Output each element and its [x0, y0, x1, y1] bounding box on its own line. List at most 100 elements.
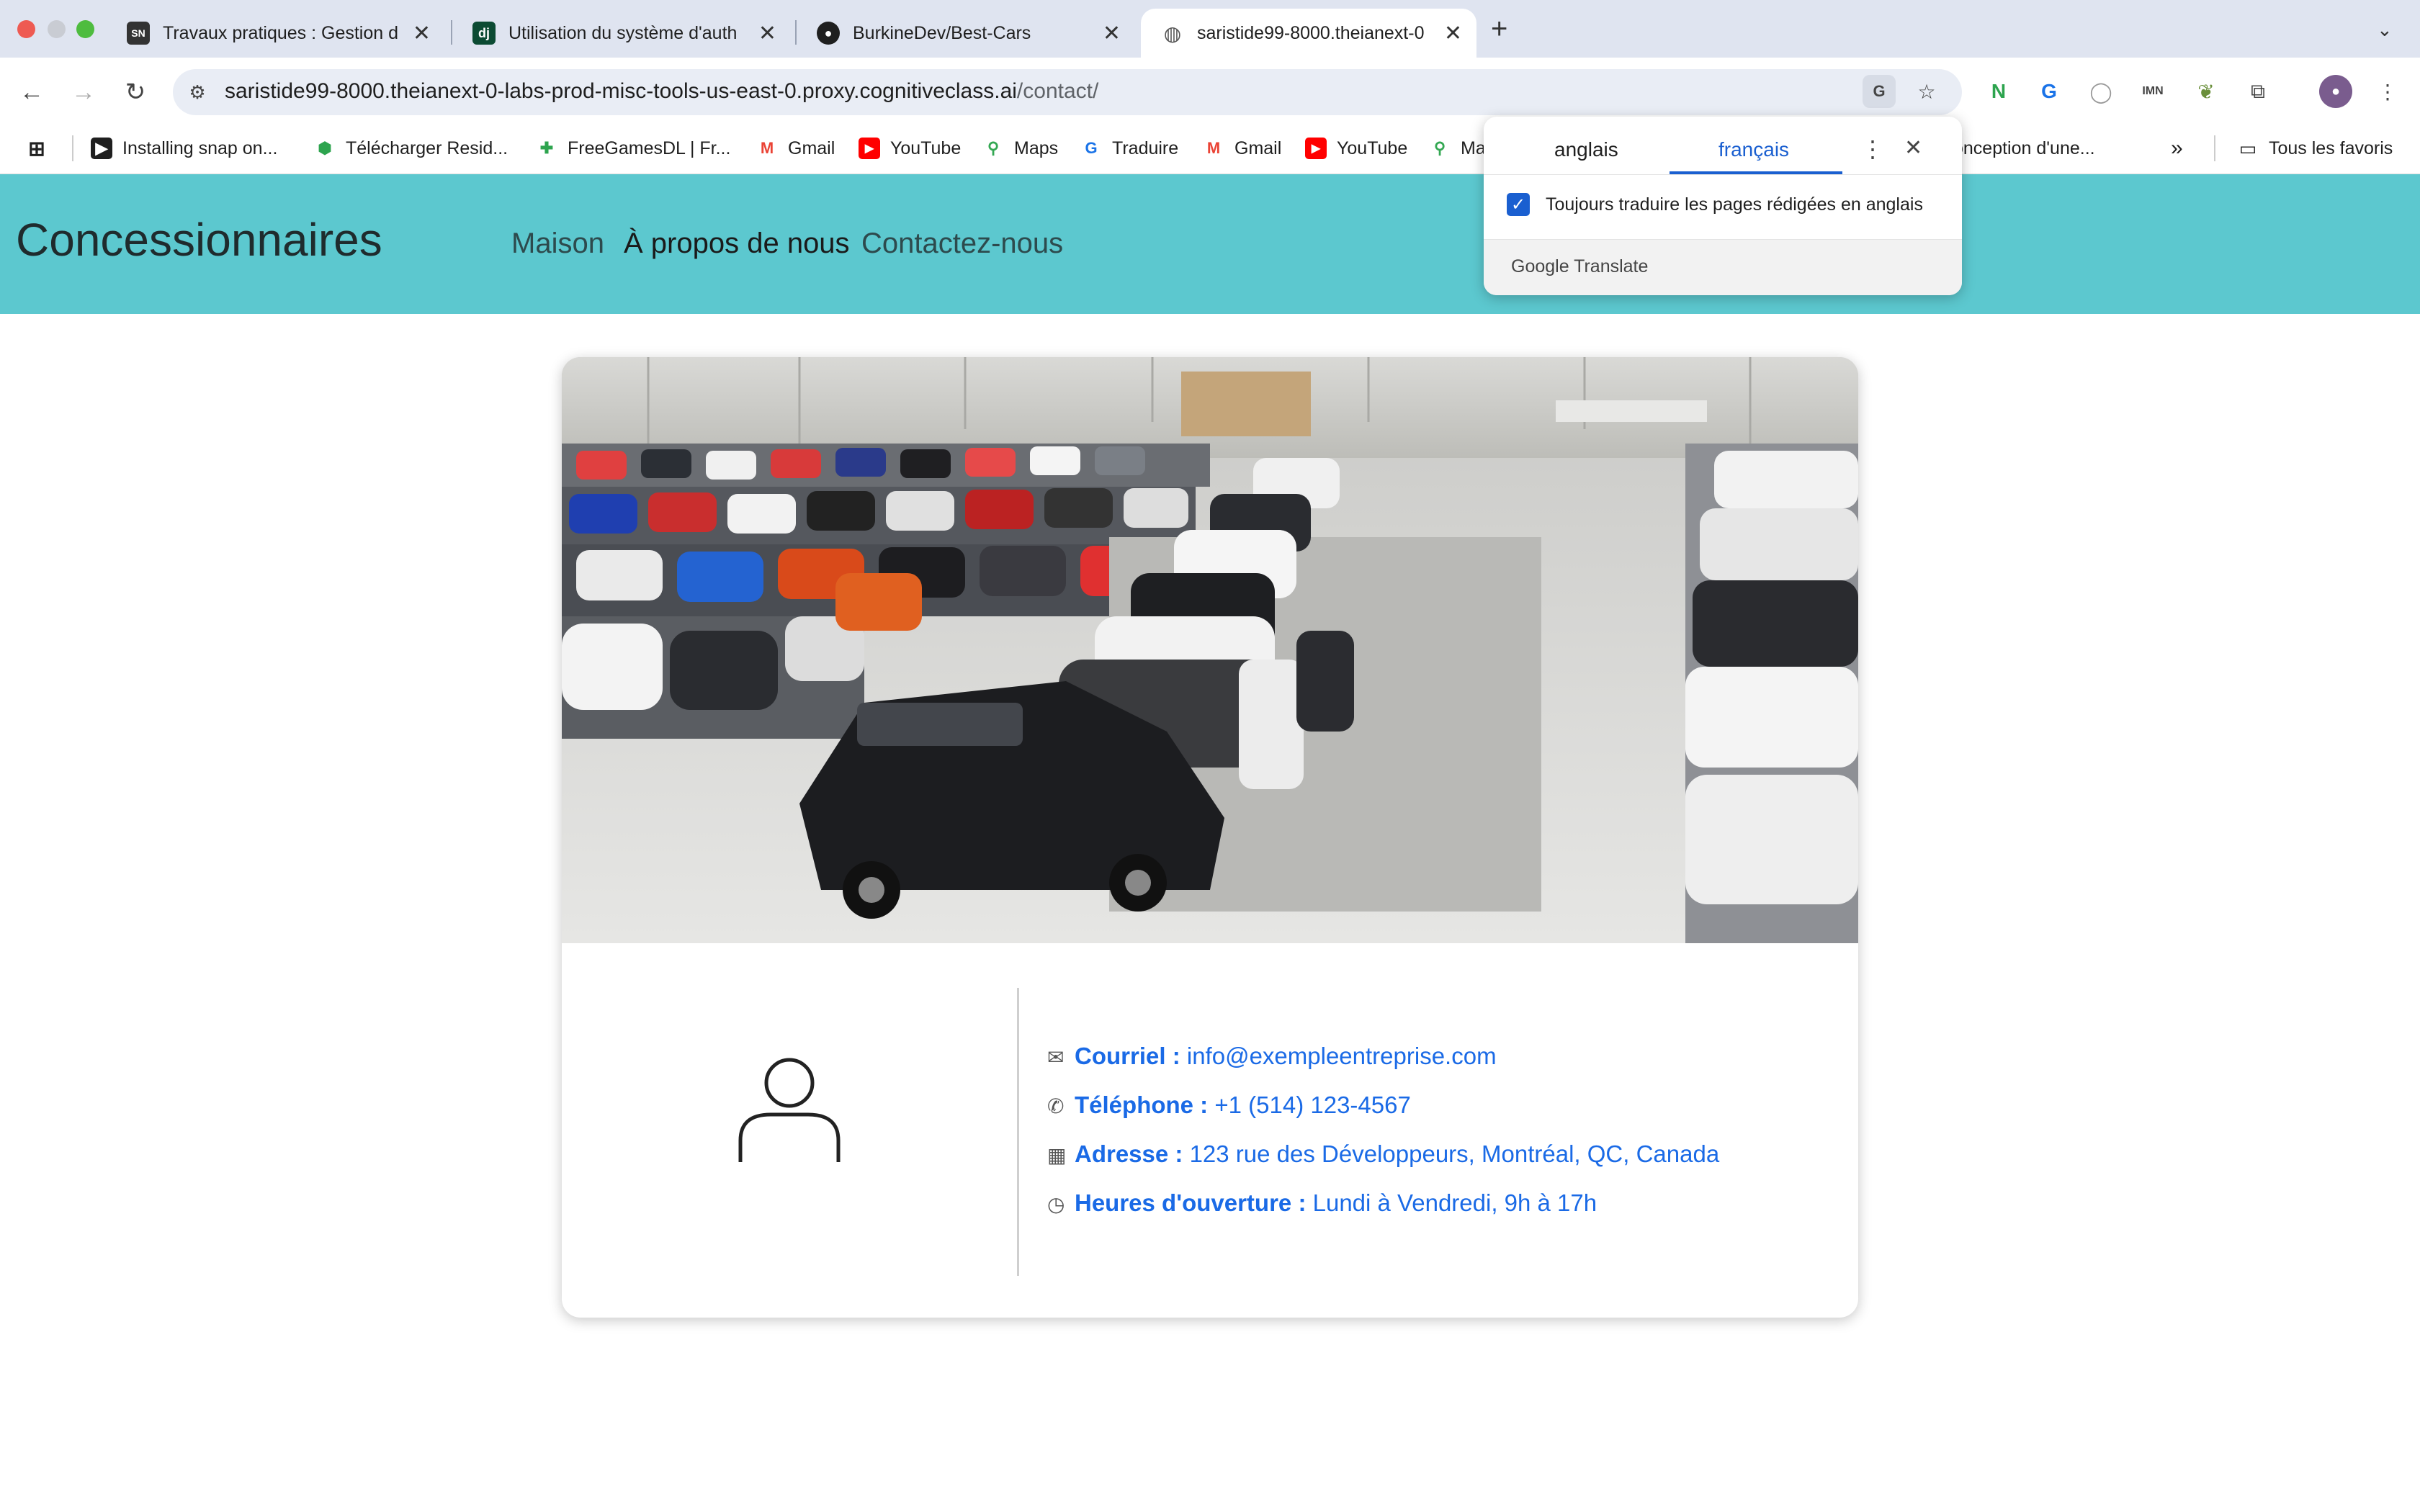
url-host: saristide99-8000.theianext-0-labs-prod-m…: [225, 79, 1017, 103]
bookmark-maps-2[interactable]: ⚲ Ma: [1429, 134, 1486, 163]
telephone-icon: ✆: [1047, 1095, 1065, 1117]
popup-divider: [1484, 174, 1962, 175]
reload-icon[interactable]: ↻: [120, 76, 151, 108]
gmail-icon: M: [1206, 139, 1221, 157]
close-tab-icon[interactable]: ✕: [1444, 21, 1462, 46]
extensions-puzzle-icon[interactable]: ⧉: [2241, 75, 2275, 108]
translate-popup: anglais français ⋮ ✕ ✓ Toujours traduire…: [1484, 117, 1962, 295]
vertical-divider: [1017, 988, 1019, 1276]
user-avatar-icon: [738, 1058, 841, 1162]
skills-network-icon: SN: [127, 22, 150, 45]
youtube-icon: ▶: [1305, 138, 1327, 159]
hours-label: Heures d'ouverture :: [1075, 1189, 1307, 1216]
translate-options-icon[interactable]: ⋮: [1861, 135, 1884, 163]
contact-email-line: ✉ Courriel : info@exempleentreprise.com: [1047, 1043, 1497, 1070]
nav-link-contact[interactable]: Contactez-nous: [861, 228, 1063, 260]
bookmark-star-icon[interactable]: ☆: [1910, 75, 1943, 108]
dealership-cars-photo: [562, 357, 1858, 943]
target-language-tab[interactable]: français: [1718, 138, 1789, 161]
car-warehouse-image: [562, 357, 1858, 943]
forward-arrow-icon[interactable]: →: [68, 76, 99, 108]
tab-title: BurkineDev/Best-Cars: [853, 22, 1031, 43]
bookmark-label: Ma: [1461, 138, 1486, 158]
apps-grid-icon[interactable]: ⊞: [26, 134, 58, 163]
extension-leaf-icon[interactable]: ❦: [2190, 75, 2223, 108]
bookmark-separator: [2214, 135, 2215, 161]
extension-translate-icon[interactable]: G: [2033, 75, 2066, 108]
all-bookmarks-label: Tous les favoris: [2269, 138, 2393, 158]
tab-title: Travaux pratiques : Gestion d: [163, 22, 399, 43]
close-tab-icon[interactable]: ✕: [1103, 21, 1121, 46]
new-tab-button[interactable]: +: [1491, 13, 1507, 45]
snapcraft-icon: ▶: [91, 138, 112, 159]
contact-phone-line: ✆ Téléphone : +1 (514) 123-4567: [1047, 1092, 1411, 1119]
bookmark-traduire[interactable]: G Traduire: [1080, 134, 1178, 163]
email-value[interactable]: info@exempleentreprise.com: [1187, 1043, 1497, 1069]
close-tab-icon[interactable]: ✕: [413, 21, 431, 46]
back-arrow-icon[interactable]: ←: [16, 76, 48, 108]
bookmark-youtube-2[interactable]: ▶ YouTube: [1305, 134, 1407, 163]
bookmark-gmail-2[interactable]: M Gmail: [1203, 134, 1281, 163]
close-popup-icon[interactable]: ✕: [1904, 135, 1922, 161]
folder-icon: ▭: [2238, 137, 2257, 159]
bookmark-gmail-1[interactable]: M Gmail: [756, 134, 835, 163]
url-path: /contact/: [1016, 79, 1099, 103]
tab-github-best-cars[interactable]: ● BurkineDev/Best-Cars ✕: [797, 9, 1135, 58]
site-brand[interactable]: Concessionnaires: [16, 213, 382, 266]
bookmark-telecharger[interactable]: ⬢ Télécharger Resid...: [314, 134, 508, 163]
bookmark-label: YouTube: [890, 138, 962, 158]
translate-icon: G: [1085, 139, 1098, 157]
phone-label: Téléphone :: [1075, 1092, 1209, 1118]
google-wordmark: Google: [1511, 256, 1569, 276]
phone-value[interactable]: +1 (514) 123-4567: [1214, 1092, 1410, 1118]
bookmark-label: YouTube: [1337, 138, 1408, 158]
tab-travaux-pratiques[interactable]: SN Travaux pratiques : Gestion d ✕: [107, 9, 445, 58]
address-label: Adresse :: [1075, 1140, 1183, 1167]
contact-card: ✉ Courriel : info@exempleentreprise.com ✆…: [562, 357, 1858, 1318]
browser-menu-icon[interactable]: ⋮: [2371, 75, 2404, 108]
bookmark-label: Télécharger Resid...: [346, 138, 508, 158]
site-info-icon[interactable]: ⚙: [182, 76, 213, 108]
bookmark-label: FreeGamesDL | Fr...: [568, 138, 731, 158]
always-translate-checkbox[interactable]: ✓: [1507, 193, 1530, 216]
all-bookmarks-folder[interactable]: ▭ Tous les favoris: [2237, 134, 2393, 163]
source-language-tab[interactable]: anglais: [1554, 138, 1618, 161]
tab-active-contact[interactable]: ◍ saristide99-8000.theianext-0 ✕: [1141, 9, 1476, 58]
building-icon: ▦: [1047, 1144, 1067, 1166]
extension-mouse-icon[interactable]: ◯: [2084, 75, 2118, 108]
more-bookmarks-chevron-icon[interactable]: »: [2171, 134, 2183, 163]
extension-n-icon[interactable]: N: [1982, 75, 2015, 108]
clock-icon: ◷: [1047, 1193, 1065, 1215]
bookmark-installing-snap[interactable]: ▶ Installing snap on...: [91, 134, 277, 163]
profile-avatar-icon[interactable]: ●: [2319, 75, 2352, 108]
bookmark-label: Maps: [1014, 138, 1059, 158]
bookmark-conception[interactable]: onception d'une...: [1953, 134, 2095, 163]
gmail-icon: M: [760, 139, 774, 157]
bookmark-label: onception d'une...: [1953, 138, 2095, 158]
maximize-window-button[interactable]: [76, 20, 94, 38]
close-tab-icon[interactable]: ✕: [758, 21, 776, 46]
tab-django-auth[interactable]: dj Utilisation du système d'auth ✕: [452, 9, 791, 58]
bookmark-label: Gmail: [788, 138, 835, 158]
translate-page-icon[interactable]: G: [1863, 75, 1896, 108]
close-window-button[interactable]: [17, 20, 35, 38]
bookmark-separator: [72, 135, 73, 161]
hours-value: Lundi à Vendredi, 9h à 17h: [1312, 1189, 1597, 1216]
nav-link-about[interactable]: À propos de nous: [624, 228, 850, 260]
url-text[interactable]: saristide99-8000.theianext-0-labs-prod-m…: [225, 79, 1098, 104]
bookmark-freegamesdl[interactable]: ✚ FreeGamesDL | Fr...: [536, 134, 731, 163]
shield-icon: ⬢: [318, 139, 332, 157]
tab-search-chevron-icon[interactable]: ⌄: [2377, 19, 2393, 41]
bookmark-maps[interactable]: ⚲ Maps: [982, 134, 1058, 163]
translate-wordmark: Translate: [1574, 256, 1649, 276]
always-translate-label: Toujours traduire les pages rédigées en …: [1546, 194, 1923, 215]
bookmark-youtube-1[interactable]: ▶ YouTube: [859, 134, 961, 163]
minimize-window-button[interactable]: [48, 20, 66, 38]
extension-imn-icon[interactable]: IMN: [2136, 75, 2169, 108]
tab-title: saristide99-8000.theianext-0: [1197, 22, 1425, 43]
maps-icon: ⚲: [987, 139, 1000, 157]
gamepad-icon: ✚: [539, 139, 554, 157]
bookmark-label: Traduire: [1112, 138, 1179, 158]
email-label: Courriel :: [1075, 1043, 1180, 1069]
nav-link-home[interactable]: Maison: [511, 228, 604, 260]
